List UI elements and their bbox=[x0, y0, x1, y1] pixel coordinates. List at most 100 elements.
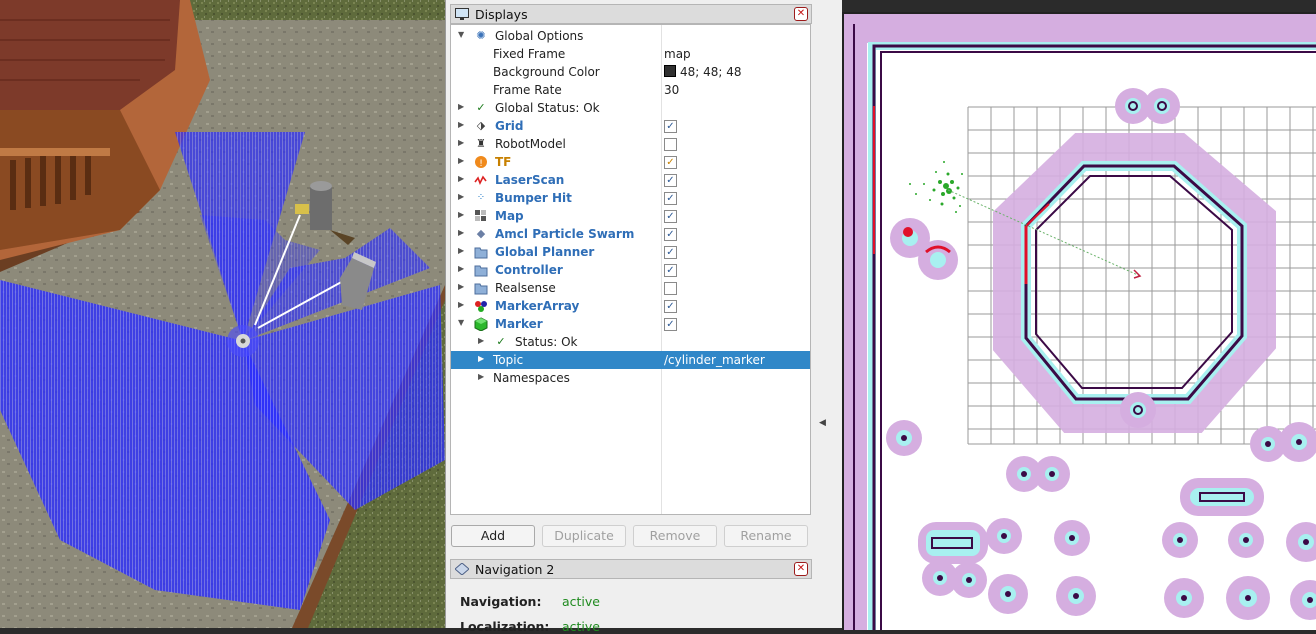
tree-row-fixed-frame[interactable]: Fixed Frame map bbox=[451, 45, 810, 63]
navigation-close-button[interactable]: ✕ bbox=[794, 562, 808, 576]
tree-row-bumper-hit[interactable]: ▶ ⁘ Bumper Hit ✓ bbox=[451, 189, 810, 207]
tree-row-markerarray[interactable]: ▶ MarkerArray ✓ bbox=[451, 297, 810, 315]
folder-icon bbox=[474, 245, 488, 259]
markerarray-checkbox[interactable]: ✓ bbox=[664, 300, 677, 313]
robot-icon: ♜ bbox=[476, 137, 486, 150]
tree-row-global-status[interactable]: ▶ ✓ Global Status: Ok bbox=[451, 99, 810, 117]
costmap-graphic bbox=[844, 14, 1316, 630]
row-label: Marker bbox=[495, 317, 543, 331]
localization-value: active bbox=[562, 619, 600, 634]
expand-arrow-icon[interactable]: ▶ bbox=[458, 246, 464, 255]
collapse-arrow-icon[interactable]: ▼ bbox=[458, 30, 464, 39]
expand-arrow-icon[interactable]: ▶ bbox=[458, 102, 464, 111]
expand-arrow-icon[interactable]: ▶ bbox=[458, 282, 464, 291]
diamond-icon: ◆ bbox=[476, 227, 486, 240]
checkmark-icon: ✓ bbox=[476, 101, 486, 114]
expand-arrow-icon[interactable]: ▶ bbox=[458, 210, 464, 219]
row-label: Global Options bbox=[495, 29, 584, 43]
tree-row-namespaces[interactable]: ▶ Namespaces bbox=[451, 369, 810, 387]
controller-checkbox[interactable]: ✓ bbox=[664, 264, 677, 277]
navigation-panel-header: Navigation 2 ✕ bbox=[450, 559, 812, 579]
expand-arrow-icon[interactable]: ▶ bbox=[458, 120, 464, 129]
tree-row-topic[interactable]: ▶ Topic /cylinder_marker bbox=[451, 351, 810, 369]
expand-arrow-icon[interactable]: ▶ bbox=[478, 336, 484, 345]
panel-splitter[interactable]: ◀ bbox=[815, 0, 842, 628]
realsense-checkbox[interactable] bbox=[664, 282, 677, 295]
folder-icon bbox=[474, 281, 488, 295]
bumper-hit-checkbox[interactable]: ✓ bbox=[664, 192, 677, 205]
tree-row-laserscan[interactable]: ▶ LaserScan ✓ bbox=[451, 171, 810, 189]
expand-arrow-icon[interactable]: ▶ bbox=[458, 192, 464, 201]
map-checkbox[interactable]: ✓ bbox=[664, 210, 677, 223]
tree-row-robotmodel[interactable]: ▶ ♜ RobotModel bbox=[451, 135, 810, 153]
monitor-icon bbox=[455, 8, 469, 20]
tree-row-controller[interactable]: ▶ Controller ✓ bbox=[451, 261, 810, 279]
expand-arrow-icon[interactable]: ▶ bbox=[478, 372, 484, 381]
row-label: Namespaces bbox=[493, 371, 570, 385]
tree-row-background-color[interactable]: Background Color 48; 48; 48 bbox=[451, 63, 810, 81]
cube-icon bbox=[474, 317, 488, 332]
row-label: Global Planner bbox=[495, 245, 595, 259]
tree-row-global-planner[interactable]: ▶ Global Planner ✓ bbox=[451, 243, 810, 261]
row-label: Controller bbox=[495, 263, 563, 277]
expand-arrow-icon[interactable]: ▶ bbox=[458, 174, 464, 183]
row-label: LaserScan bbox=[495, 173, 565, 187]
tree-row-tf[interactable]: ▶ ! TF ✓ bbox=[451, 153, 810, 171]
duplicate-button[interactable]: Duplicate bbox=[542, 525, 626, 547]
background-color-value[interactable]: 48; 48; 48 bbox=[664, 65, 742, 79]
tree-row-amcl-particle-swarm[interactable]: ▶ ◆ Amcl Particle Swarm ✓ bbox=[451, 225, 810, 243]
splitter-arrow-icon[interactable]: ◀ bbox=[819, 418, 826, 428]
grid-icon: ⬗ bbox=[476, 119, 486, 132]
tree-row-frame-rate[interactable]: Frame Rate 30 bbox=[451, 81, 810, 99]
row-label: Frame Rate bbox=[493, 83, 562, 97]
fixed-frame-value[interactable]: map bbox=[664, 47, 691, 61]
displays-close-button[interactable]: ✕ bbox=[794, 7, 808, 21]
folder-icon bbox=[474, 263, 488, 277]
robotmodel-checkbox[interactable] bbox=[664, 138, 677, 151]
expand-arrow-icon[interactable]: ▶ bbox=[458, 264, 464, 273]
laserscan-checkbox[interactable]: ✓ bbox=[664, 174, 677, 187]
scene-graphic bbox=[0, 0, 445, 628]
collapse-arrow-icon[interactable]: ▼ bbox=[458, 318, 464, 327]
row-label: Global Status: Ok bbox=[495, 101, 600, 115]
frame-rate-value[interactable]: 30 bbox=[664, 83, 679, 97]
row-label: MarkerArray bbox=[495, 299, 580, 313]
diamond-icon bbox=[455, 563, 469, 575]
remove-button[interactable]: Remove bbox=[633, 525, 717, 547]
row-label: Topic bbox=[493, 353, 524, 367]
rename-button[interactable]: Rename bbox=[724, 525, 808, 547]
navigation-status-row: Navigation: active bbox=[460, 594, 600, 609]
row-label: Map bbox=[495, 209, 524, 223]
tree-row-global-options[interactable]: ▼ ✺ Global Options bbox=[451, 27, 810, 45]
tf-icon: ! bbox=[474, 155, 488, 169]
localization-label: Localization: bbox=[460, 619, 550, 634]
simulation-3d-view[interactable] bbox=[0, 0, 445, 628]
map-icon bbox=[474, 209, 488, 223]
displays-tree[interactable]: ▼ ✺ Global Options Fixed Frame map Backg… bbox=[450, 24, 811, 515]
laser-icon bbox=[474, 173, 488, 187]
add-button[interactable]: Add bbox=[451, 525, 535, 547]
tf-checkbox[interactable]: ✓ bbox=[664, 156, 677, 169]
topic-value[interactable]: /cylinder_marker bbox=[664, 353, 765, 367]
displays-panel-header: Displays ✕ bbox=[450, 4, 812, 24]
row-label: Fixed Frame bbox=[493, 47, 566, 61]
row-label: Bumper Hit bbox=[495, 191, 572, 205]
tree-row-grid[interactable]: ▶ ⬗ Grid ✓ bbox=[451, 117, 810, 135]
map-view[interactable] bbox=[842, 12, 1316, 630]
row-label: Status: Ok bbox=[515, 335, 578, 349]
expand-arrow-icon[interactable]: ▶ bbox=[478, 354, 484, 363]
tree-row-realsense[interactable]: ▶ Realsense bbox=[451, 279, 810, 297]
grid-checkbox[interactable]: ✓ bbox=[664, 120, 677, 133]
tree-row-marker-status[interactable]: ▶ ✓ Status: Ok bbox=[451, 333, 810, 351]
svg-text:!: ! bbox=[479, 159, 483, 169]
row-label: Grid bbox=[495, 119, 524, 133]
expand-arrow-icon[interactable]: ▶ bbox=[458, 138, 464, 147]
global-planner-checkbox[interactable]: ✓ bbox=[664, 246, 677, 259]
tree-row-map[interactable]: ▶ Map ✓ bbox=[451, 207, 810, 225]
expand-arrow-icon[interactable]: ▶ bbox=[458, 300, 464, 309]
marker-checkbox[interactable]: ✓ bbox=[664, 318, 677, 331]
tree-row-marker[interactable]: ▼ Marker ✓ bbox=[451, 315, 810, 333]
amcl-checkbox[interactable]: ✓ bbox=[664, 228, 677, 241]
expand-arrow-icon[interactable]: ▶ bbox=[458, 156, 464, 165]
expand-arrow-icon[interactable]: ▶ bbox=[458, 228, 464, 237]
